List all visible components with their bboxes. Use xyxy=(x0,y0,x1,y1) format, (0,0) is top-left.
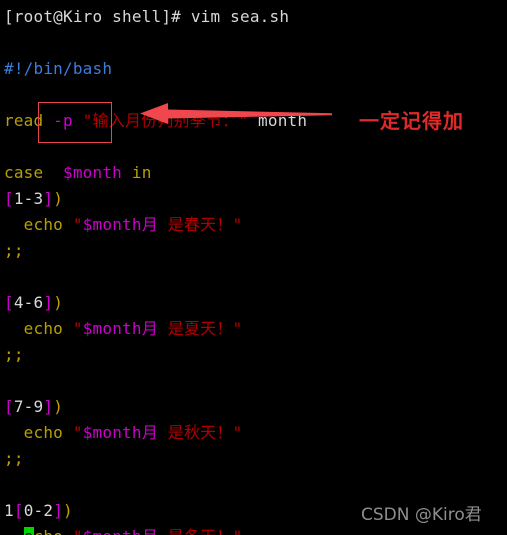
branch-terminator-1: ;; xyxy=(4,238,507,264)
pattern-paren: ) xyxy=(53,189,64,208)
quote-open: " xyxy=(82,111,93,130)
pattern-paren: ) xyxy=(63,501,73,520)
shebang-text: #!/bin/bash xyxy=(4,59,113,78)
read-line: read -p "输入月份判别季节：" month xyxy=(4,108,507,134)
branch-pattern-1: [1-3]) xyxy=(4,186,507,212)
echo-command: echo xyxy=(23,423,64,442)
read-command: read xyxy=(4,111,44,130)
branch-pattern-3: [7-9]) xyxy=(4,394,507,420)
branch-pattern-4: 1[0-2]) xyxy=(4,498,507,524)
quote-close: " xyxy=(233,527,243,535)
echo-text: 是秋天！ xyxy=(167,423,233,442)
branch-terminator-2: ;; xyxy=(4,342,507,368)
shebang-line: #!/bin/bash xyxy=(4,56,507,82)
terminator: ;; xyxy=(4,345,24,364)
in-keyword: in xyxy=(131,163,152,182)
shell-prompt-line: [root@Kiro shell]# vim sea.sh xyxy=(4,4,507,30)
case-line: case $month in xyxy=(4,160,507,186)
branch-echo-2: echo "$month月 是夏天！" xyxy=(4,316,507,342)
bracket-open: [ xyxy=(4,397,14,416)
terminal-output[interactable]: [root@Kiro shell]# vim sea.sh #!/bin/bas… xyxy=(0,0,507,535)
branch-echo-3: echo "$month月 是秋天！" xyxy=(4,420,507,446)
bracket-close: ] xyxy=(43,293,54,312)
case-variable: $month xyxy=(63,163,123,182)
text-cursor[interactable]: e xyxy=(23,527,34,535)
bracket-open: [ xyxy=(13,501,24,520)
pattern-paren: ) xyxy=(53,397,64,416)
pattern-range: 4-6 xyxy=(13,293,44,312)
quote-open: " xyxy=(72,319,83,338)
prompt-text: [root@Kiro shell]# vim sea.sh xyxy=(4,7,290,26)
echo-command: cho xyxy=(34,527,64,535)
case-keyword: case xyxy=(4,163,44,182)
pattern-range: 0-2 xyxy=(23,501,54,520)
branch-echo-4: echo "$month月 是冬天！" xyxy=(4,524,507,535)
quote-open: " xyxy=(72,215,83,234)
echo-variable: $month月 xyxy=(82,215,158,234)
echo-variable: $month月 xyxy=(82,423,158,442)
echo-variable: $month月 xyxy=(83,527,158,535)
bracket-open: [ xyxy=(4,293,14,312)
quote-close: " xyxy=(232,423,243,442)
terminator: ;; xyxy=(4,449,24,468)
quote-close: " xyxy=(238,111,249,130)
bracket-close: ] xyxy=(43,189,54,208)
pattern-paren: ) xyxy=(53,293,64,312)
read-flag: -p xyxy=(53,111,73,130)
terminator: ;; xyxy=(4,241,24,260)
branch-terminator-3: ;; xyxy=(4,446,507,472)
echo-variable: $month月 xyxy=(82,319,158,338)
quote-close: " xyxy=(232,215,243,234)
pattern-prefix: 1 xyxy=(4,501,14,520)
read-variable: month xyxy=(258,111,308,130)
quote-close: " xyxy=(232,319,243,338)
branch-pattern-2: [4-6]) xyxy=(4,290,507,316)
echo-text: 是夏天！ xyxy=(167,319,233,338)
echo-command: echo xyxy=(23,215,64,234)
quote-open: " xyxy=(73,527,83,535)
read-prompt-text: 输入月份判别季节： xyxy=(92,111,239,130)
quote-open: " xyxy=(72,423,83,442)
pattern-range: 7-9 xyxy=(13,397,44,416)
branch-echo-1: echo "$month月 是春天！" xyxy=(4,212,507,238)
echo-text: 是春天！ xyxy=(167,215,233,234)
bracket-open: [ xyxy=(4,189,14,208)
echo-command: echo xyxy=(23,319,64,338)
bracket-close: ] xyxy=(53,501,64,520)
echo-text: 是冬天！ xyxy=(168,527,233,535)
terminal-screenshot: [root@Kiro shell]# vim sea.sh #!/bin/bas… xyxy=(0,0,507,535)
bracket-close: ] xyxy=(43,397,54,416)
pattern-range: 1-3 xyxy=(13,189,44,208)
